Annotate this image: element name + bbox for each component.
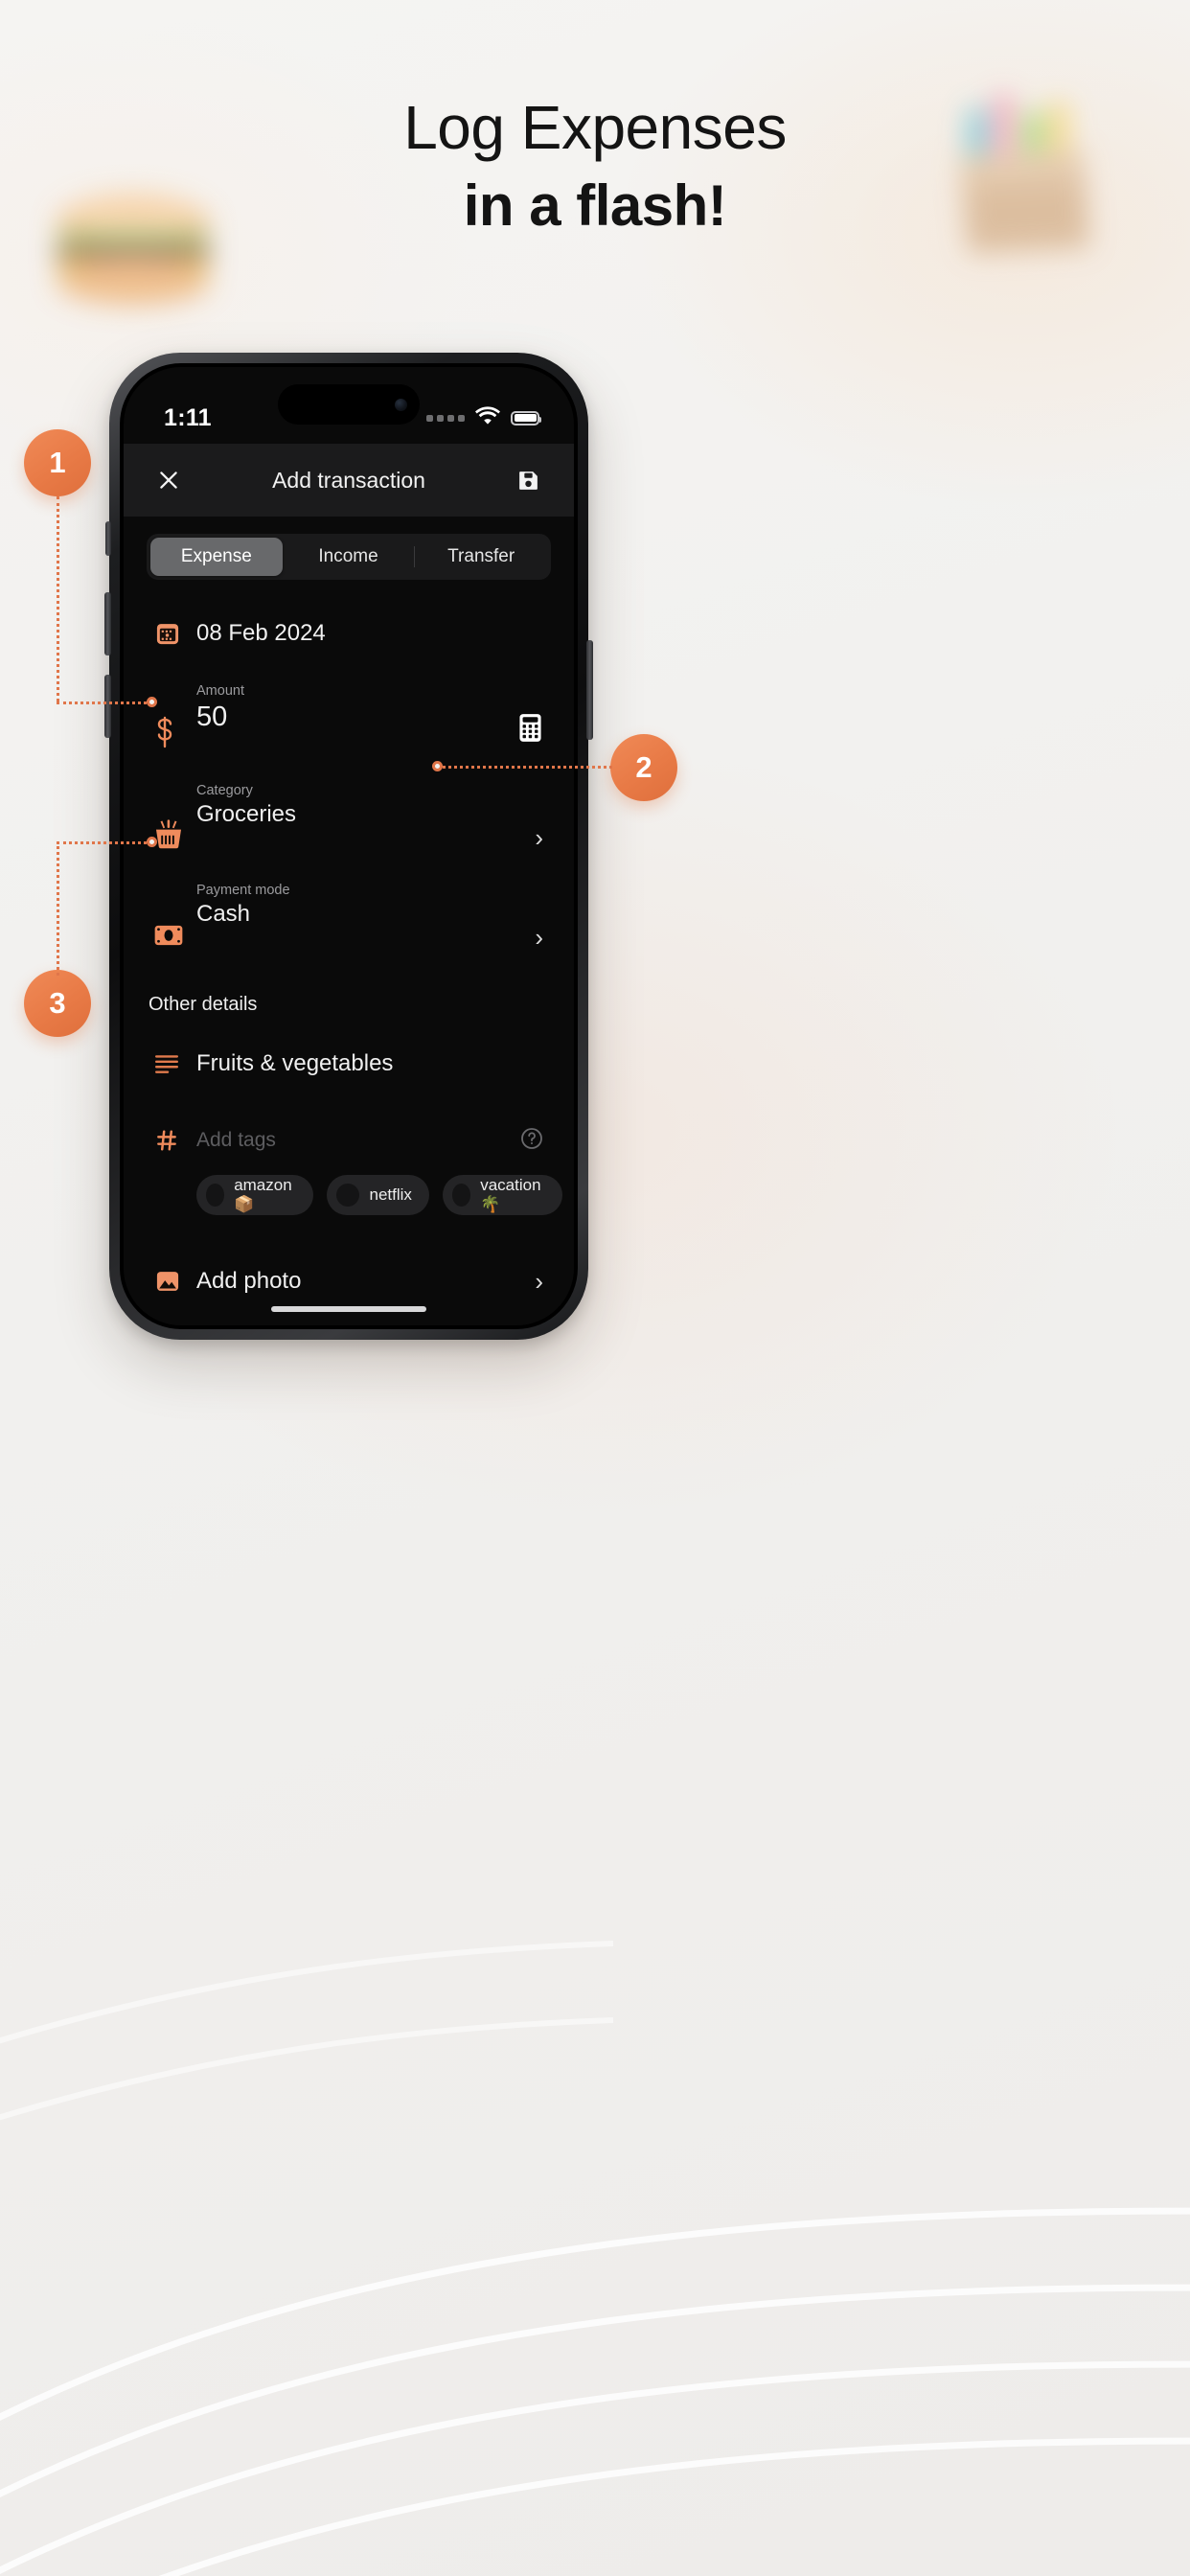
add-photo-label: Add photo [196,1268,302,1294]
callout-2-line-horizontal [438,766,612,769]
transaction-form: Expense Income Transfer 08 Feb 2024 Amou… [124,517,574,1325]
save-floppy-icon[interactable] [513,464,545,496]
volume-up-button[interactable] [104,592,111,656]
transaction-type-segmented-control[interactable]: Expense Income Transfer [147,534,551,580]
marketing-headline: Log Expenses in a flash! [0,92,1190,240]
payment-mode-label: Payment mode [196,883,290,898]
chevron-right-icon[interactable]: › [525,1269,543,1294]
status-time: 1:11 [164,403,212,431]
calendar-icon [154,620,196,647]
volume-down-button[interactable] [104,675,111,738]
battery-full-icon [511,410,541,426]
headline-line-1: Log Expenses [403,93,787,162]
callout-3-endpoint [147,837,157,847]
callout-3-line-vertical [57,841,59,976]
tag-chip-label: netflix [369,1185,412,1204]
app-header: Add transaction [124,444,574,517]
callout-1-endpoint [147,697,157,707]
category-field[interactable]: Category Groceries › [147,783,551,850]
tab-transfer[interactable]: Transfer [415,538,547,576]
dollar-icon [154,716,196,750]
mute-switch[interactable] [105,521,111,556]
phone-frame: 1:11 Add transaction Expense Income Tran… [104,353,593,1340]
tag-chip-label: amazon📦 [234,1176,292,1213]
note-value: Fruits & vegetables [196,1050,394,1076]
image-icon [154,1268,196,1295]
headline-line-2: in a flash! [463,173,727,239]
callout-3: 3 [24,837,157,1037]
tag-chip-label: vacation🌴 [480,1176,541,1213]
date-field[interactable]: 08 Feb 2024 [147,612,551,655]
callout-1: 1 [24,429,157,707]
tags-field[interactable]: Add tags [147,1121,551,1160]
callout-2: 2 [432,734,677,801]
callout-3-line-horizontal [57,841,152,844]
help-circle-icon[interactable] [520,1127,543,1155]
power-button[interactable] [586,640,593,740]
callout-badge-3: 3 [24,970,91,1037]
phone-mockup: 1:11 Add transaction Expense Income Tran… [104,353,593,1340]
date-value: 08 Feb 2024 [196,620,326,646]
shopping-basket-icon [154,818,196,850]
status-icons [426,406,541,429]
note-lines-icon [154,1053,196,1074]
chevron-right-icon[interactable]: › [525,925,543,950]
callout-badge-1: 1 [24,429,91,496]
tag-color-dot-icon [206,1184,225,1207]
home-indicator[interactable] [271,1306,426,1312]
tags-input-placeholder[interactable]: Add tags [196,1129,276,1151]
payment-mode-field[interactable]: Payment mode Cash › [147,883,551,950]
callout-1-line-horizontal [57,702,152,704]
signal-dots-icon [426,414,465,422]
hash-icon [154,1128,196,1153]
add-photo-field[interactable]: Add photo › [147,1257,551,1305]
callout-1-line-vertical [57,496,59,702]
amount-field[interactable]: Amount 50 [147,683,551,750]
category-value: Groceries [196,801,297,827]
other-details-heading: Other details [149,994,258,1015]
tag-color-dot-icon [451,1184,471,1207]
category-label: Category [196,783,253,798]
callout-2-endpoint [432,761,443,771]
front-camera-icon [395,398,407,411]
chevron-right-icon[interactable]: › [525,825,543,850]
tag-color-dot-icon [336,1184,360,1207]
dynamic-island [278,384,420,425]
tab-income[interactable]: Income [283,538,415,576]
wifi-icon [475,406,500,429]
calculator-icon[interactable] [517,713,543,750]
background-swoosh-lines [0,1522,1190,2576]
phone-bezel: 1:11 Add transaction Expense Income Tran… [120,363,578,1329]
phone-screen: 1:11 Add transaction Expense Income Tran… [124,367,574,1325]
tab-expense[interactable]: Expense [150,538,283,576]
payment-mode-value: Cash [196,901,251,927]
amount-value: 50 [196,702,228,732]
cash-icon [154,925,196,950]
callout-badge-2: 2 [610,734,677,801]
page-title: Add transaction [272,467,425,493]
close-icon[interactable] [152,464,185,496]
note-field[interactable]: Fruits & vegetables [147,1043,551,1085]
tag-chip[interactable]: vacation🌴 [442,1175,563,1215]
tag-suggestions: amazon📦 netflix vacation🌴 [147,1175,563,1215]
amount-label: Amount [196,683,244,699]
tag-chip[interactable]: netflix [327,1175,429,1215]
tag-chip[interactable]: amazon📦 [196,1175,314,1215]
